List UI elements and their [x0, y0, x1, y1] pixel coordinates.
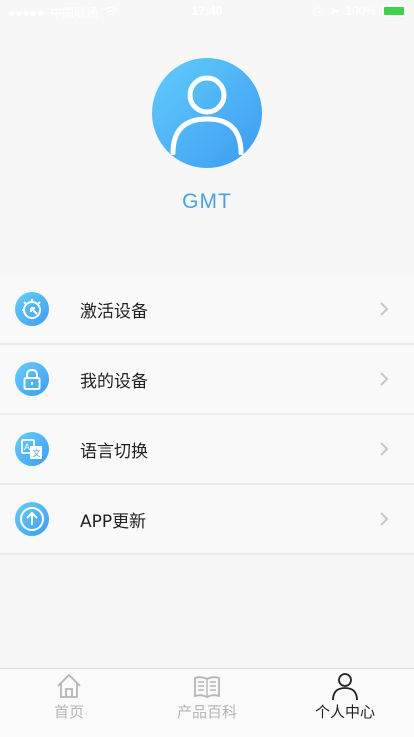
alarm-icon: ◷: [312, 4, 324, 18]
svg-text:文: 文: [33, 448, 41, 458]
tab-product-encyclopedia[interactable]: 产品百科: [138, 669, 276, 737]
location-icon: ➤: [329, 4, 340, 18]
menu-item-activate-device[interactable]: 激活设备: [0, 275, 414, 345]
menu-item-app-update[interactable]: APP更新: [0, 485, 414, 555]
upload-icon: [15, 502, 49, 536]
menu-label: APP更新: [80, 512, 147, 532]
book-icon: [194, 676, 220, 699]
lock-icon: [15, 362, 49, 396]
svg-text:A: A: [24, 442, 30, 452]
avatar[interactable]: [152, 58, 262, 168]
activate-icon: [15, 292, 49, 326]
battery-icon: [382, 5, 406, 17]
tab-label: 产品百科: [176, 703, 237, 721]
username: GMT: [182, 190, 232, 213]
person-avatar-icon: [170, 75, 244, 155]
battery-percent: 100%: [345, 4, 376, 18]
tab-personal-center[interactable]: 个人中心: [276, 669, 414, 737]
settings-menu: 激活设备 我的设备 A 文 语言切换 APP更新: [0, 275, 414, 555]
tab-label: 个人中心: [314, 703, 375, 721]
translate-icon: A 文: [15, 432, 49, 466]
menu-label: 我的设备: [80, 372, 148, 392]
chevron-right-icon: [380, 372, 389, 386]
person-icon: [332, 673, 358, 700]
menu-item-my-devices[interactable]: 我的设备: [0, 345, 414, 415]
tab-bar: 首页 产品百科 个人中心: [0, 668, 414, 737]
home-icon: [57, 673, 81, 698]
status-right: ◷ ➤ 100%: [313, 4, 406, 18]
tab-label: 首页: [53, 703, 84, 721]
menu-item-language[interactable]: A 文 语言切换: [0, 415, 414, 485]
menu-label: 激活设备: [80, 302, 148, 322]
chevron-right-icon: [380, 302, 389, 316]
menu-label: 语言切换: [80, 442, 148, 462]
tab-home[interactable]: 首页: [0, 669, 138, 737]
status-bar: ●●●●● 中国联通 17:40 ◷ ➤ 100%: [0, 0, 414, 22]
chevron-right-icon: [380, 442, 389, 456]
chevron-right-icon: [380, 512, 389, 526]
